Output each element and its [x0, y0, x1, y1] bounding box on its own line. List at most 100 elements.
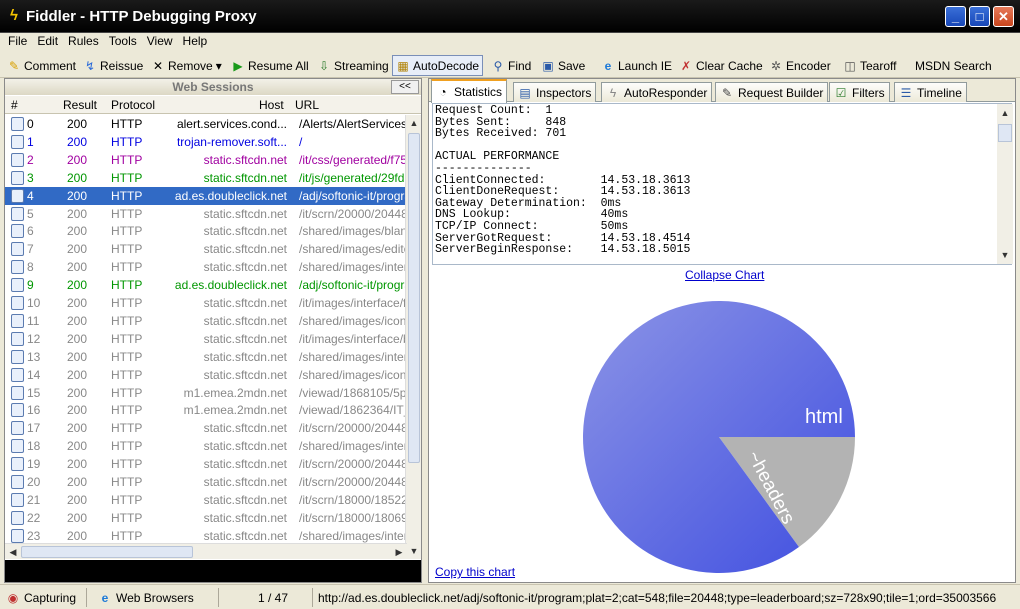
autodecode-button[interactable]: ▦ AutoDecode — [392, 55, 484, 76]
session-row[interactable]: 7 200 HTTP static.sftcdn.net/shared/images/… — [5, 240, 407, 258]
session-row[interactable]: 6 200 HTTP static.sftcdn.net/shared/images/… — [5, 222, 407, 240]
session-protocol: HTTP — [111, 349, 143, 364]
session-type-icon — [11, 528, 24, 543]
session-row[interactable]: 5 200 HTTP static.sftcdn.net/it/scrn/20000/… — [5, 205, 407, 223]
session-row[interactable]: 18 200 HTTP static.sftcdn.net/shared/images… — [5, 437, 407, 455]
session-result: 200 — [67, 349, 88, 364]
session-row[interactable]: 11 200 HTTP static.sftcdn.net/shared/images… — [5, 312, 407, 330]
session-row[interactable]: 14 200 HTTP static.sftcdn.net/shared/images… — [5, 366, 407, 384]
save-icon: ▣ — [542, 58, 554, 73]
session-row[interactable]: 13 200 HTTP static.sftcdn.net/shared/images… — [5, 348, 407, 366]
encoder-button[interactable]: ✲ Encoder — [766, 55, 834, 76]
tearoff-button[interactable]: ◫ Tearoff — [840, 55, 899, 76]
msdn-search-button[interactable]: MSDN Search — [912, 55, 995, 76]
reissue-button[interactable]: ↯ Reissue — [80, 55, 146, 76]
session-row[interactable]: 4 200 HTTP ad.es.doubleclick.net/adj/softon… — [5, 186, 407, 205]
quickexec-bar[interactable] — [5, 560, 421, 582]
tab-statistics[interactable]: ◔ Statistics — [431, 79, 508, 103]
session-row[interactable]: 10 200 HTTP static.sftcdn.net/it/images/int… — [5, 294, 407, 312]
col-protocol[interactable]: Protocol — [111, 98, 155, 112]
session-protocol: HTTP — [111, 313, 143, 328]
session-row[interactable]: 17 200 HTTP static.sftcdn.net/it/scrn/20000… — [5, 419, 407, 437]
session-row[interactable]: 2 200 HTTP static.sftcdn.net/it/css/generat… — [5, 151, 407, 169]
sessions-list: 0 200 HTTP alert.services.cond... /Alerts/Al… — [5, 115, 407, 559]
session-row[interactable]: 21 200 HTTP static.sftcdn.net/it/scrn/18000… — [5, 491, 407, 509]
scroll-right-arrow[interactable]: ▶ — [392, 545, 406, 559]
tab-timeline[interactable]: ☰ Timeline — [894, 82, 967, 102]
session-host: static.sftcdn.net — [203, 457, 287, 472]
launch-ie-button[interactable]: e Launch IE — [598, 55, 675, 76]
session-host: ad.es.doubleclick.net — [174, 188, 287, 203]
inspectors-icon: ▤ — [519, 85, 531, 100]
streaming-button[interactable]: ⇩ Streaming — [314, 55, 392, 76]
capturing-toggle[interactable]: ◉ Capturing — [6, 589, 76, 607]
sessions-hscroll-thumb[interactable] — [21, 546, 193, 558]
session-row[interactable]: 20 200 HTTP static.sftcdn.net/it/scrn/20000… — [5, 473, 407, 491]
session-row[interactable]: 16 200 HTTP m1.emea.2mdn.net/viewad/1862364… — [5, 401, 407, 419]
session-protocol: HTTP — [111, 206, 143, 221]
col-num[interactable]: # — [11, 98, 18, 112]
session-host: trojan-remover.soft... — [176, 134, 287, 149]
col-result[interactable]: Result — [63, 98, 97, 112]
session-row[interactable]: 12 200 HTTP static.sftcdn.net/it/images/int… — [5, 330, 407, 348]
session-protocol: HTTP — [111, 475, 143, 489]
session-row[interactable]: 1 200 HTTP trojan-remover.soft... / — [5, 133, 407, 151]
session-row[interactable]: 9 200 HTTP ad.es.doubleclick.net/adj/softon… — [5, 276, 407, 294]
session-host: static.sftcdn.net — [203, 206, 287, 221]
col-host[interactable]: Host — [259, 98, 284, 112]
session-row[interactable]: 15 200 HTTP m1.emea.2mdn.net/viewad/1868105… — [5, 384, 407, 402]
tab-autoresponder[interactable]: ϟ AutoResponder — [601, 82, 713, 102]
find-button[interactable]: ⚲ Find — [488, 55, 534, 76]
session-url: /shared/images/icons, — [299, 313, 407, 328]
statistics-scrollbar[interactable]: ▲ ▼ — [997, 104, 1013, 264]
minimize-button[interactable]: _ — [945, 6, 966, 27]
copy-chart-link[interactable]: Copy this chart — [435, 565, 515, 579]
scroll-up-arrow[interactable]: ▲ — [407, 116, 421, 130]
session-num: 0 — [27, 117, 34, 131]
session-row[interactable]: 0 200 HTTP alert.services.cond... /Alerts/Al… — [5, 115, 407, 133]
menu-edit[interactable]: Edit — [32, 33, 63, 50]
web-sessions-pane: Web Sessions << # Result Protocol Host U… — [4, 78, 422, 583]
menu-view[interactable]: View — [142, 33, 178, 50]
process-filter[interactable]: e Web Browsers — [98, 589, 194, 607]
menu-help[interactable]: Help — [178, 33, 213, 50]
streaming-icon: ⇩ — [318, 58, 330, 73]
comment-button[interactable]: ✎ Comment — [4, 55, 79, 76]
clear-cache-button[interactable]: ✗ Clear Cache — [676, 55, 766, 76]
tab-inspectors[interactable]: ▤ Inspectors — [513, 82, 597, 102]
session-row[interactable]: 22 200 HTTP static.sftcdn.net/it/scrn/18000… — [5, 509, 407, 527]
session-row[interactable]: 8 200 HTTP static.sftcdn.net/shared/images/… — [5, 258, 407, 276]
maximize-button[interactable]: □ — [969, 6, 990, 27]
col-url[interactable]: URL — [295, 98, 319, 112]
menu-rules[interactable]: Rules — [63, 33, 104, 50]
sessions-vertical-scrollbar[interactable]: ▲ ▼ — [405, 115, 421, 559]
remove-dropdown-arrow[interactable]: ▾ — [216, 56, 222, 76]
close-button[interactable]: ✕ — [993, 6, 1014, 27]
session-row[interactable]: 3 200 HTTP static.sftcdn.net/it/js/generate… — [5, 169, 407, 187]
save-button[interactable]: ▣ Save — [538, 55, 588, 76]
resume-all-button[interactable]: ▶ Resume All — [228, 55, 312, 76]
session-row[interactable]: 19 200 HTTP static.sftcdn.net/it/scrn/20000… — [5, 455, 407, 473]
collapse-sessions-button[interactable]: << — [391, 80, 419, 94]
scroll-down-arrow[interactable]: ▼ — [407, 544, 421, 558]
remove-button[interactable]: ✕ Remove ▾ — [148, 55, 225, 76]
stats-scroll-up[interactable]: ▲ — [998, 106, 1012, 120]
session-protocol: HTTP — [111, 260, 143, 275]
scroll-left-arrow[interactable]: ◀ — [6, 545, 20, 559]
session-count: 1 / 47 — [258, 591, 289, 605]
session-host: static.sftcdn.net — [203, 224, 287, 239]
stats-scroll-down[interactable]: ▼ — [998, 248, 1012, 262]
menu-tools[interactable]: Tools — [104, 33, 142, 50]
session-result: 200 — [67, 475, 88, 489]
session-host: static.sftcdn.net — [203, 152, 287, 167]
collapse-chart-link[interactable]: Collapse Chart — [685, 268, 764, 282]
tab-filters[interactable]: ☑ Filters — [829, 82, 890, 102]
session-host: static.sftcdn.net — [203, 528, 287, 543]
stats-scroll-thumb[interactable] — [998, 124, 1012, 142]
sessions-scroll-thumb[interactable] — [408, 133, 420, 463]
tab-request-builder[interactable]: ✎ Request Builder — [715, 82, 829, 102]
session-row[interactable]: 23 200 HTTP static.sftcdn.net/shared/images… — [5, 527, 407, 545]
session-url: /it/images/interface/b — [299, 331, 407, 346]
sessions-horizontal-scrollbar[interactable]: ◀ ▶ — [5, 543, 407, 559]
menu-file[interactable]: File — [0, 33, 32, 50]
